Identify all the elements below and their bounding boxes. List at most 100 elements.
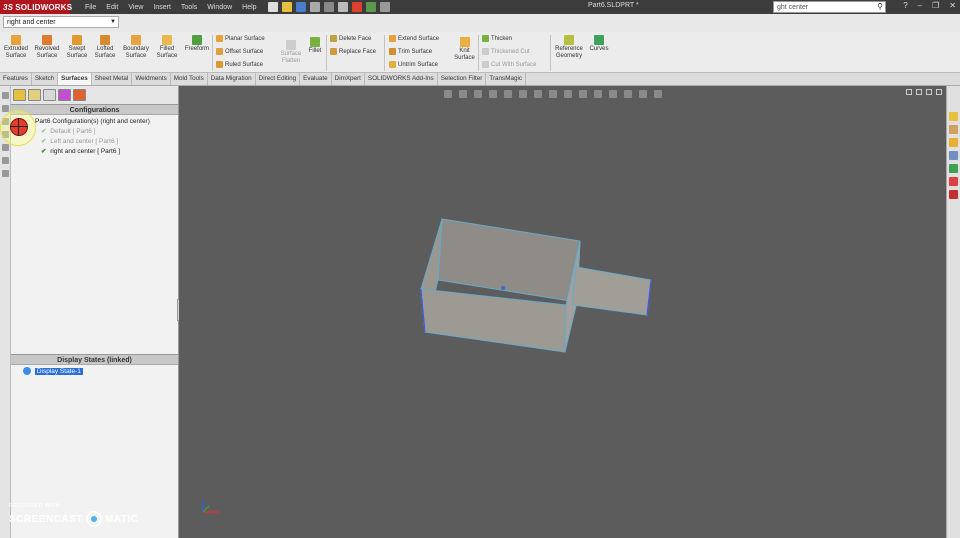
tab-direct-editing[interactable]: Direct Editing [256, 73, 301, 85]
home-icon[interactable] [1, 92, 9, 99]
options-gear-icon[interactable] [379, 2, 390, 12]
model-origin-point [501, 286, 505, 290]
view-palette-icon[interactable] [1, 144, 9, 151]
tab-dimxpert[interactable]: DimXpert [332, 73, 365, 85]
tab-transmagic[interactable]: TransMagic [486, 73, 527, 85]
menu-insert[interactable]: Insert [148, 4, 176, 11]
configuration-manager-icon[interactable] [43, 89, 56, 101]
feature-manager-icon[interactable] [13, 89, 26, 101]
save-icon[interactable] [295, 2, 306, 12]
model-back-wall[interactable] [437, 218, 581, 303]
appearances-icon[interactable] [1, 157, 9, 164]
new-document-icon[interactable] [267, 2, 278, 12]
configuration-tree: Part6 Configuration(s) (right and center… [11, 115, 178, 157]
fillet-button[interactable]: Fillet [306, 37, 324, 55]
swept-surface-button[interactable]: Swept Surface [64, 35, 90, 60]
display-state-item[interactable]: Display State-1 [11, 367, 178, 377]
menu-edit[interactable]: Edit [101, 4, 123, 11]
config-item-left-and-center[interactable]: ✔ Left and center [ Part6 ] [35, 137, 178, 147]
tab-sketch[interactable]: Sketch [32, 73, 59, 85]
select-icon[interactable] [337, 2, 348, 12]
menu-view[interactable]: View [123, 4, 148, 11]
solidworks-logo[interactable]: 3S SOLIDWORKS [0, 0, 72, 14]
delete-face-button[interactable]: Delete Face [330, 35, 371, 42]
extruded-surface-button[interactable]: Extruded Surface [2, 35, 30, 60]
ruled-surface-button[interactable]: Ruled Surface [216, 61, 263, 68]
lofted-surface-button[interactable]: Lofted Surface [92, 35, 118, 60]
tab-surfaces[interactable]: Surfaces [58, 73, 92, 85]
close-icon[interactable]: ✕ [949, 1, 956, 10]
file-properties-icon[interactable] [365, 2, 376, 12]
command-manager-tabs: Features Sketch Surfaces Sheet Metal Wel… [0, 73, 960, 86]
search-text: ght center [777, 3, 809, 11]
menu-window[interactable]: Window [202, 4, 237, 11]
resources-icon[interactable] [1, 105, 9, 112]
tab-sheet-metal[interactable]: Sheet Metal [92, 73, 133, 85]
tab-data-migration[interactable]: Data Migration [208, 73, 256, 85]
planar-surface-button[interactable]: Planar Surface [216, 35, 265, 42]
tab-features[interactable]: Features [0, 73, 32, 85]
rebuild-icon[interactable] [351, 2, 362, 12]
property-manager-icon[interactable] [28, 89, 41, 101]
boundary-surface-button[interactable]: Boundary Surface [120, 35, 152, 60]
search-icon[interactable]: ⚲ [877, 2, 883, 11]
surface-model[interactable] [420, 218, 652, 353]
tab-mold-tools[interactable]: Mold Tools [171, 73, 208, 85]
appearances-scenes-icon[interactable] [949, 164, 958, 173]
thicken-button[interactable]: Thicken [482, 35, 512, 42]
model-tab-surface[interactable] [571, 266, 652, 316]
chevron-down-icon[interactable]: ▼ [110, 17, 116, 28]
quick-access-toolbar [267, 2, 390, 12]
configuration-dropdown[interactable]: right and center ▼ [3, 16, 119, 28]
task-pane-strip [946, 86, 960, 538]
offset-surface-button[interactable]: Offset Surface [216, 48, 263, 55]
ribbon-separator [478, 35, 479, 71]
extend-surface-button[interactable]: Extend Surface [389, 35, 439, 42]
solidworks-resources-icon[interactable] [949, 112, 958, 121]
tree-root[interactable]: Part6 Configuration(s) (right and center… [35, 117, 178, 127]
restore-icon[interactable]: ❐ [932, 1, 939, 10]
tab-evaluate[interactable]: Evaluate [300, 73, 332, 85]
curves-button[interactable]: Curves [588, 35, 610, 53]
undo-icon[interactable] [323, 2, 334, 12]
knit-surface-button[interactable]: Knit Surface [452, 37, 477, 62]
filled-surface-button[interactable]: Filled Surface [154, 35, 180, 60]
model-front-wall[interactable] [420, 288, 567, 353]
menu-tools[interactable]: Tools [176, 4, 202, 11]
tab-weldments[interactable]: Weldments [132, 73, 171, 85]
search-input[interactable]: ght center ⚲ [773, 1, 886, 13]
boundary-surface-icon [131, 35, 141, 45]
surface-flatten-button[interactable]: Surface Flatten [278, 40, 304, 65]
forum-icon[interactable] [949, 190, 958, 199]
delete-face-icon [330, 35, 337, 42]
print-icon[interactable] [309, 2, 320, 12]
config-item-default[interactable]: ✔ Default [ Part6 ] [35, 127, 178, 137]
tab-solidworks-add-ins[interactable]: SOLIDWORKS Add-Ins [365, 73, 438, 85]
thickened-cut-button[interactable]: Thickened Cut [482, 48, 530, 55]
tab-selection-filter[interactable]: Selection Filter [438, 73, 487, 85]
config-item-right-and-center[interactable]: ✔ right and center [ Part6 ] [35, 147, 178, 157]
model-canvas[interactable] [179, 86, 946, 538]
open-folder-icon[interactable] [281, 2, 292, 12]
menu-file[interactable]: File [80, 4, 101, 11]
cut-with-surface-button[interactable]: Cut With Surface [482, 61, 536, 68]
custom-properties-icon[interactable] [949, 177, 958, 186]
view-palette-icon[interactable] [949, 151, 958, 160]
knit-surface-icon [459, 37, 470, 47]
revolved-surface-button[interactable]: Revolved Surface [32, 35, 62, 60]
minimize-icon[interactable]: – [918, 1, 922, 10]
graphics-viewport[interactable] [179, 86, 946, 538]
display-manager-icon[interactable] [73, 89, 86, 101]
reference-geometry-button[interactable]: Reference Geometry [553, 35, 585, 60]
untrim-surface-button[interactable]: Untrim Surface [389, 61, 438, 68]
dimxpert-manager-icon[interactable] [58, 89, 71, 101]
help-icon[interactable]: ? [903, 1, 907, 10]
freeform-button[interactable]: Freeform [183, 35, 211, 53]
trim-surface-button[interactable]: Trim Surface [389, 48, 432, 55]
custom-properties-icon[interactable] [1, 170, 9, 177]
file-explorer-icon[interactable] [949, 138, 958, 147]
config-check-icon: ✔ [41, 128, 47, 135]
menu-help[interactable]: Help [237, 4, 261, 11]
design-library-icon[interactable] [949, 125, 958, 134]
replace-face-button[interactable]: Replace Face [330, 48, 376, 55]
